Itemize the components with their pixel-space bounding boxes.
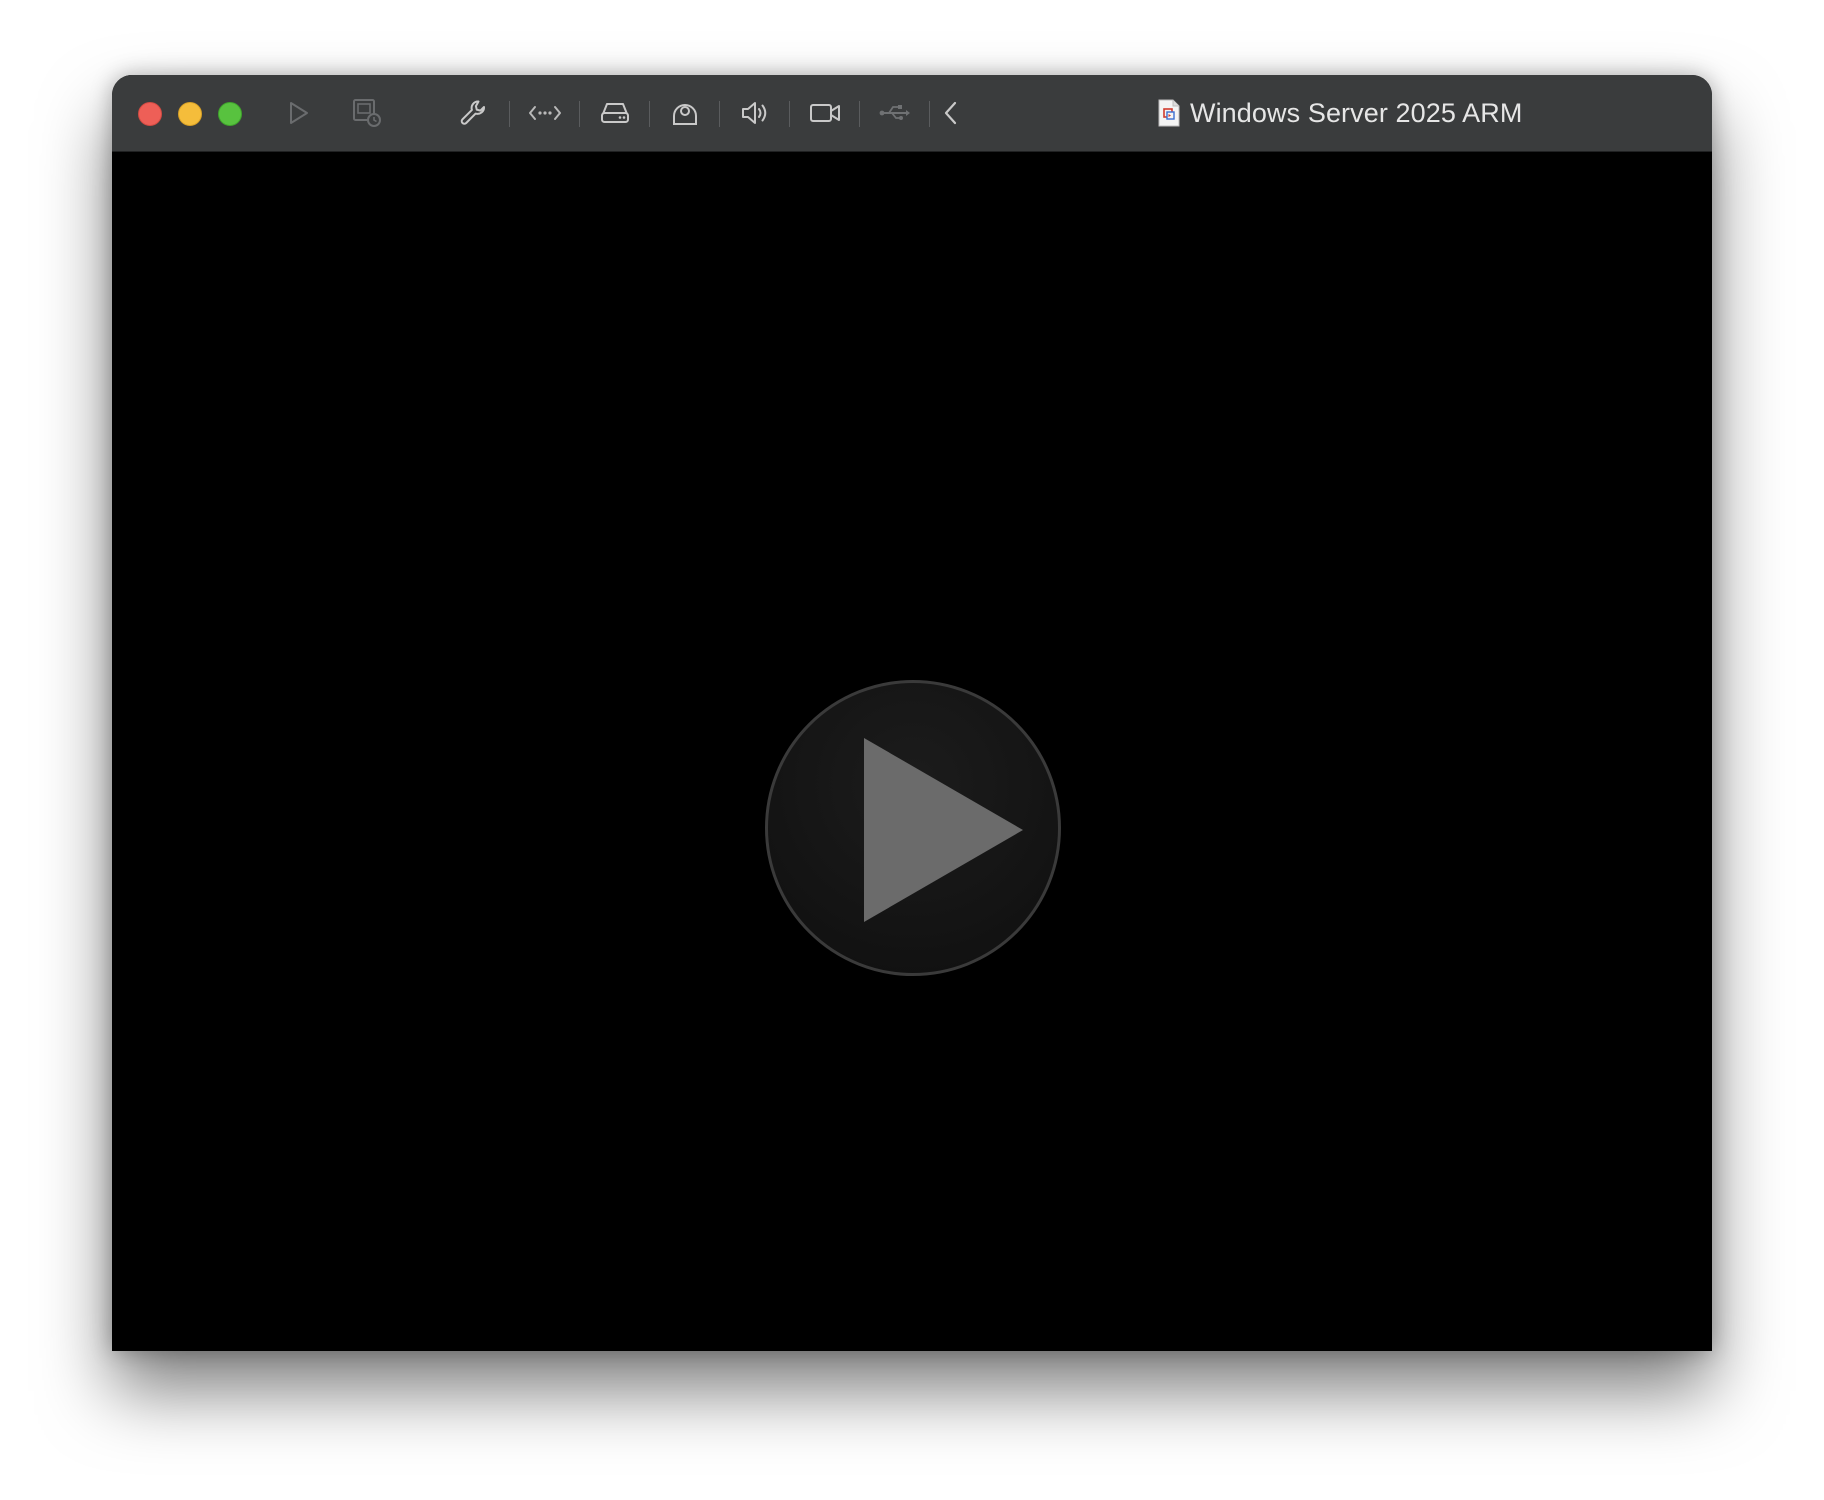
toolbar-separator — [789, 101, 790, 127]
network-icon — [529, 106, 561, 120]
camera-button[interactable] — [805, 95, 845, 131]
speaker-icon — [742, 102, 767, 124]
window-title-area: Windows Server 2025 ARM — [1158, 95, 1522, 131]
camera-icon — [810, 104, 840, 122]
usb-button[interactable] — [875, 95, 915, 131]
play-icon — [290, 102, 308, 124]
toolbar-separator — [719, 101, 720, 127]
snapshots-button[interactable] — [347, 95, 387, 131]
collapse-toolbar-button[interactable] — [938, 95, 964, 131]
zoom-button[interactable] — [218, 102, 242, 126]
toolbar-separator — [509, 101, 510, 127]
wrench-icon — [460, 100, 485, 125]
hard-disk-button[interactable] — [595, 95, 635, 131]
close-button[interactable] — [138, 102, 162, 126]
title-bar[interactable]: Windows Server 2025 ARM — [112, 75, 1712, 152]
window-title: Windows Server 2025 ARM — [1190, 97, 1523, 128]
play-icon — [864, 738, 1023, 922]
vm-window: Windows Server 2025 ARM — [112, 75, 1712, 1351]
sound-button[interactable] — [735, 95, 775, 131]
minimize-button[interactable] — [178, 102, 202, 126]
toolbar-separator — [859, 101, 860, 127]
usb-icon — [879, 105, 910, 120]
vm-display[interactable] — [112, 152, 1712, 1351]
chevron-left-icon — [944, 101, 957, 125]
network-button[interactable] — [525, 95, 565, 131]
settings-button[interactable] — [454, 95, 494, 131]
optical-drive-icon — [673, 104, 697, 125]
snapshot-icon — [353, 99, 381, 127]
start-vm-button[interactable] — [279, 95, 319, 131]
toolbar-separator — [579, 101, 580, 127]
vm-document-icon — [1158, 99, 1180, 127]
toolbar-separator — [929, 101, 930, 127]
optical-drive-button[interactable] — [665, 95, 705, 131]
start-vm-overlay-button[interactable] — [765, 680, 1061, 976]
hard-disk-icon — [601, 103, 629, 123]
toolbar-separator — [649, 101, 650, 127]
